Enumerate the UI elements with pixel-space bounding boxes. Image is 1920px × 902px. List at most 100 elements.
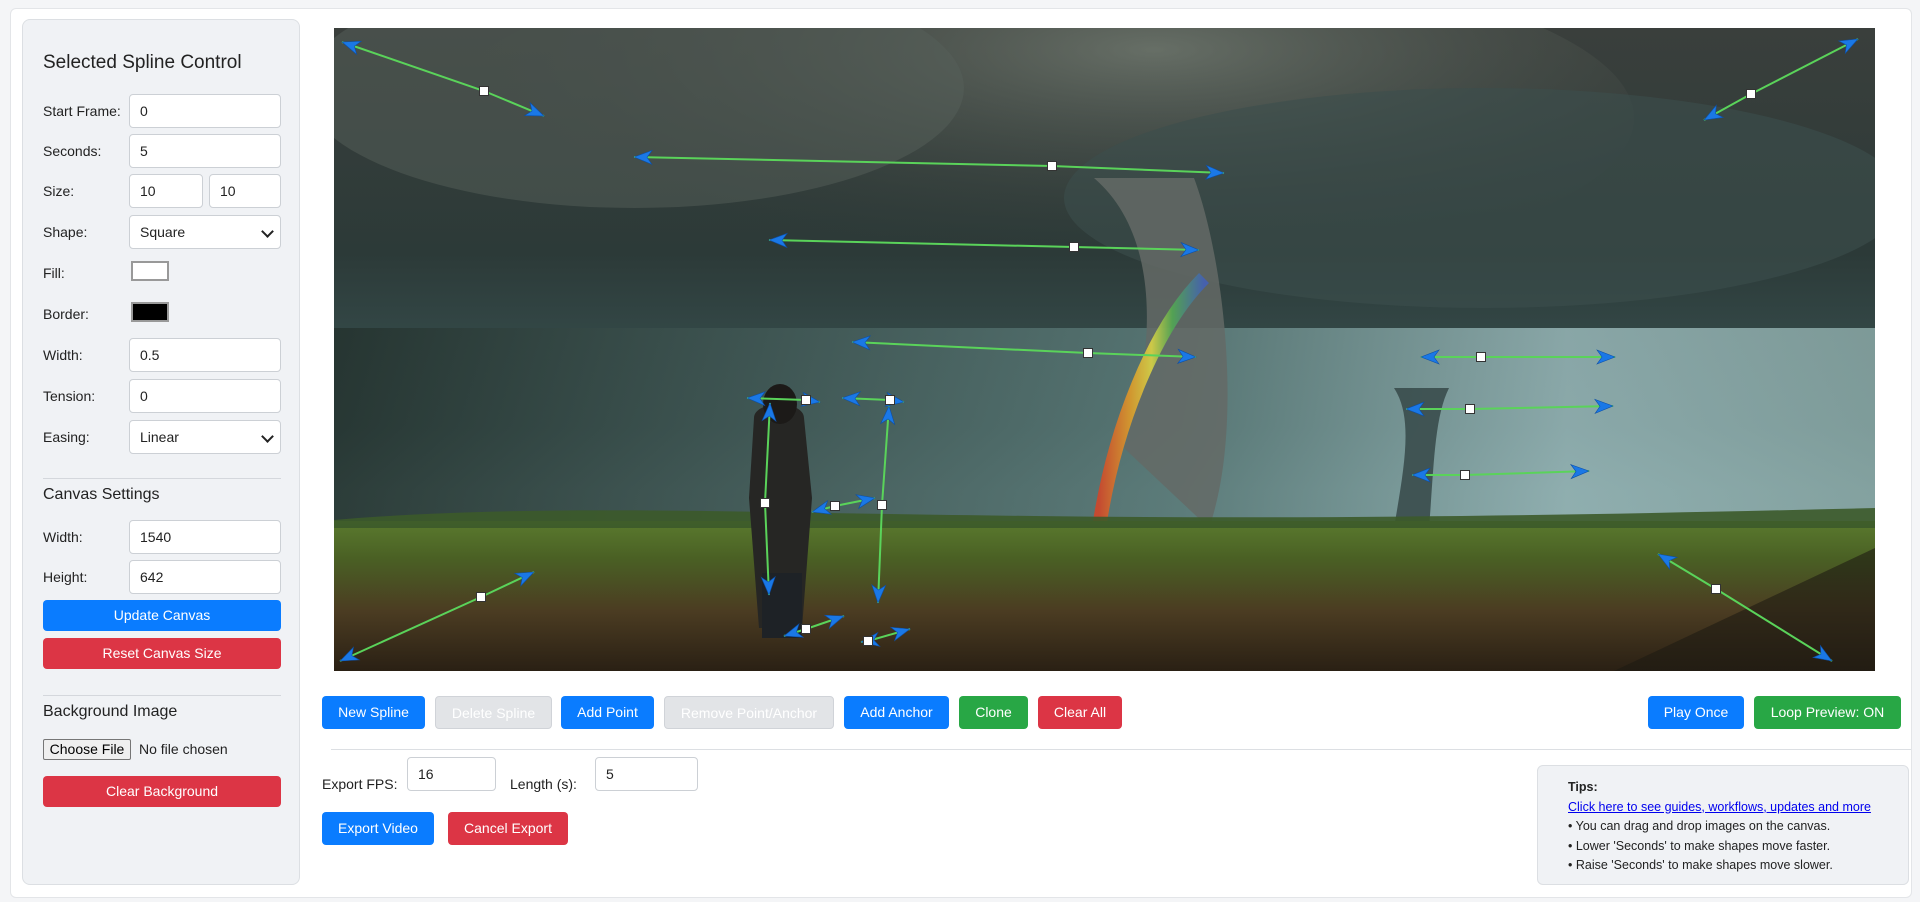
width-label: Width:	[43, 347, 83, 363]
control-point-handle[interactable]	[877, 500, 887, 510]
anchor-arrow-icon[interactable]	[809, 500, 832, 520]
canvas-height-row: Height: 642	[43, 560, 281, 594]
spline-path[interactable]	[341, 41, 545, 117]
add-anchor-button[interactable]: Add Anchor	[844, 696, 949, 729]
chevron-down-icon	[261, 225, 274, 238]
spline-path[interactable]	[339, 571, 535, 662]
length-label: Length (s):	[510, 776, 577, 792]
border-color-picker[interactable]	[131, 302, 169, 322]
size-height-input[interactable]: 10	[209, 174, 281, 208]
tip-line: • You can drag and drop images on the ca…	[1568, 819, 1831, 833]
anchor-arrow-icon[interactable]	[1838, 32, 1862, 54]
control-point-handle[interactable]	[830, 501, 840, 511]
fill-color-picker[interactable]	[131, 261, 169, 281]
update-canvas-button[interactable]: Update Canvas	[43, 600, 281, 631]
control-point-handle[interactable]	[1465, 404, 1475, 414]
start-frame-input[interactable]: 0	[129, 94, 281, 128]
anchor-arrow-icon[interactable]	[1812, 645, 1836, 668]
spline-path[interactable]	[768, 239, 1200, 251]
anchor-arrow-icon[interactable]	[524, 102, 547, 123]
choose-file-button[interactable]: Choose File	[43, 739, 131, 760]
tension-row: Tension: 0	[43, 379, 281, 413]
fill-row: Fill:	[43, 256, 281, 290]
spline-path[interactable]	[1657, 553, 1833, 662]
chevron-down-icon	[261, 430, 274, 443]
control-point-handle[interactable]	[801, 395, 811, 405]
new-spline-button[interactable]: New Spline	[322, 696, 425, 729]
loop-preview-toggle[interactable]: Loop Preview: ON	[1754, 696, 1901, 729]
anchor-arrow-icon[interactable]	[514, 565, 538, 587]
size-width-input[interactable]: 10	[129, 174, 203, 208]
spline-path[interactable]	[1412, 470, 1590, 476]
tip-line: • Raise 'Seconds' to make shapes move sl…	[1568, 858, 1833, 872]
cancel-export-button[interactable]: Cancel Export	[448, 812, 568, 845]
clone-button[interactable]: Clone	[959, 696, 1028, 729]
divider	[43, 478, 281, 479]
anchor-arrow-icon[interactable]	[336, 646, 360, 668]
shape-select[interactable]: Square	[129, 215, 281, 249]
anchor-arrow-icon[interactable]	[890, 621, 913, 641]
reset-canvas-button[interactable]: Reset Canvas Size	[43, 638, 281, 669]
length-input[interactable]: 5	[595, 757, 698, 791]
shape-label: Shape:	[43, 224, 88, 240]
start-frame-row: Start Frame: 0	[43, 94, 281, 128]
clear-all-button[interactable]: Clear All	[1038, 696, 1122, 729]
seconds-label: Seconds:	[43, 143, 102, 159]
app-window: Selected Spline Control Start Frame: 0 S…	[10, 8, 1912, 898]
tension-input[interactable]: 0	[129, 379, 281, 413]
anchor-arrow-icon[interactable]	[781, 623, 804, 643]
control-point-handle[interactable]	[1083, 348, 1093, 358]
spline-overlay[interactable]	[334, 28, 1875, 671]
clear-background-button[interactable]: Clear Background	[43, 776, 281, 807]
control-point-handle[interactable]	[1047, 161, 1057, 171]
control-point-handle[interactable]	[1069, 242, 1079, 252]
seconds-input[interactable]: 5	[129, 134, 281, 168]
spline-path[interactable]	[1703, 38, 1859, 121]
border-row: Border:	[43, 297, 281, 331]
export-fps-input[interactable]: 16	[407, 757, 496, 791]
spline-path[interactable]	[633, 156, 1225, 174]
control-point-handle[interactable]	[801, 624, 811, 634]
shape-row: Shape: Square	[43, 215, 281, 249]
anchor-arrow-icon[interactable]	[339, 35, 362, 55]
control-point-handle[interactable]	[476, 592, 486, 602]
width-input[interactable]: 0.5	[129, 338, 281, 372]
canvas-height-input[interactable]: 642	[129, 560, 281, 594]
add-point-button[interactable]: Add Point	[561, 696, 654, 729]
divider	[43, 695, 281, 696]
tension-label: Tension:	[43, 388, 96, 404]
remove-point-anchor-button[interactable]: Remove Point/Anchor	[664, 696, 834, 729]
size-row: Size: 10 10	[43, 174, 281, 208]
spline-path[interactable]	[851, 341, 1197, 358]
divider	[331, 749, 1911, 750]
export-video-button[interactable]: Export Video	[322, 812, 434, 845]
control-point-handle[interactable]	[1476, 352, 1486, 362]
border-label: Border:	[43, 306, 89, 322]
play-once-button[interactable]: Play Once	[1648, 696, 1744, 729]
control-point-handle[interactable]	[1746, 89, 1756, 99]
anchor-arrow-icon[interactable]	[1654, 547, 1678, 570]
canvas-width-input[interactable]: 1540	[129, 520, 281, 554]
tips-link[interactable]: Click here to see guides, workflows, upd…	[1568, 798, 1908, 818]
file-status: No file chosen	[139, 741, 228, 757]
background-image-title: Background Image	[43, 703, 178, 720]
control-point-handle[interactable]	[1460, 470, 1470, 480]
control-point-handle[interactable]	[863, 636, 873, 646]
control-point-handle[interactable]	[1711, 584, 1721, 594]
canvas-width-label: Width:	[43, 529, 83, 545]
start-frame-label: Start Frame:	[43, 103, 121, 119]
delete-spline-button[interactable]: Delete Spline	[435, 696, 552, 729]
spline-path[interactable]	[1406, 405, 1614, 410]
sidebar-panel: Selected Spline Control Start Frame: 0 S…	[22, 19, 300, 885]
anchor-arrow-icon[interactable]	[824, 609, 847, 629]
control-point-handle[interactable]	[479, 86, 489, 96]
anchor-arrow-icon[interactable]	[855, 490, 877, 509]
export-fps-label: Export FPS:	[322, 776, 398, 792]
canvas-height-label: Height:	[43, 569, 88, 585]
seconds-row: Seconds: 5	[43, 134, 281, 168]
anchor-arrow-icon[interactable]	[1700, 104, 1724, 127]
spline-canvas[interactable]	[334, 28, 1875, 671]
control-point-handle[interactable]	[885, 395, 895, 405]
control-point-handle[interactable]	[760, 498, 770, 508]
easing-select[interactable]: Linear	[129, 420, 281, 454]
